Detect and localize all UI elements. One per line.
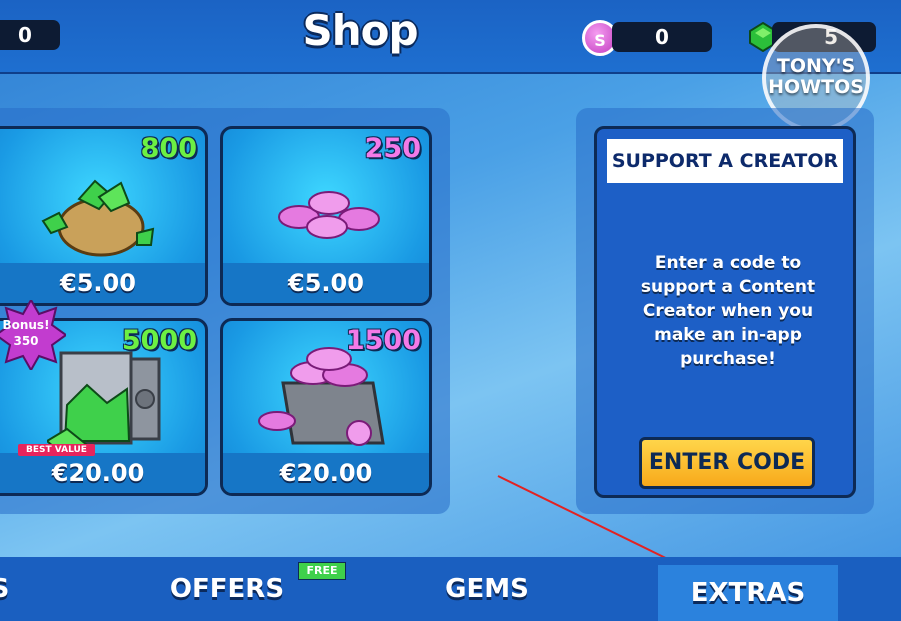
shop-card-coins-1500[interactable]: 1500 €20.00 xyxy=(220,318,432,496)
card-amount: 250 xyxy=(364,133,421,164)
card-price: €20.00 xyxy=(0,453,205,493)
tab-extras[interactable]: EXTRAS xyxy=(658,565,838,621)
watermark-line1: TONY'S xyxy=(776,55,856,77)
support-title: SUPPORT A CREATOR xyxy=(607,139,843,183)
bonus-value: 350 xyxy=(13,334,39,348)
coin-crate-icon xyxy=(258,347,385,446)
card-price: €5.00 xyxy=(223,263,429,303)
bottom-tab-bar: S OFFERS GEMS EXTRAS xyxy=(0,557,901,621)
free-badge: FREE xyxy=(298,562,346,580)
bonus-badge: Bonus! 350 xyxy=(0,300,66,370)
left-counter: 0 xyxy=(0,20,60,50)
support-text: Enter a code to support a Content Creato… xyxy=(640,253,816,369)
support-card: SUPPORT A CREATOR Enter a code to suppor… xyxy=(594,126,856,498)
coins-counter: 0 xyxy=(612,22,712,52)
tab-partial[interactable]: S xyxy=(0,557,20,621)
shop-card-gems-800[interactable]: 800 €5.00 xyxy=(0,126,208,306)
tab-gems[interactable]: GEMS xyxy=(410,557,564,621)
tab-offers[interactable]: OFFERS xyxy=(150,557,304,621)
card-price: €5.00 xyxy=(0,263,205,303)
bonus-label: Bonus! xyxy=(2,318,50,332)
best-value-badge: BEST VALUE xyxy=(18,444,95,456)
card-amount: 800 xyxy=(140,133,197,164)
page-title: Shop xyxy=(302,6,418,55)
card-price: €20.00 xyxy=(223,453,429,493)
watermark-line2: HOWTOS xyxy=(768,76,864,98)
coin-pile-icon xyxy=(278,191,380,239)
gem-bag-icon xyxy=(41,179,155,257)
shop-card-coins-250[interactable]: 250 €5.00 xyxy=(220,126,432,306)
gem-vault-icon xyxy=(47,351,161,455)
